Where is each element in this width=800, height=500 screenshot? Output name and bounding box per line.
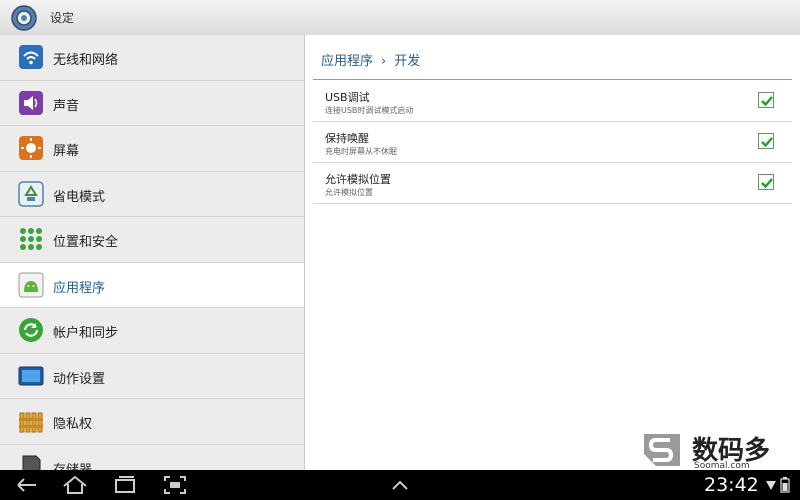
option-title: USB调试 bbox=[325, 91, 370, 104]
breadcrumb-current: 开发 bbox=[394, 54, 421, 69]
sidebar-item-motion-settings[interactable]: 动作设置 bbox=[0, 354, 304, 399]
recent-apps-icon[interactable] bbox=[110, 473, 140, 497]
monitor-icon bbox=[18, 366, 44, 385]
home-icon[interactable] bbox=[60, 473, 90, 497]
sidebar-item-sound[interactable]: 声音 bbox=[0, 81, 304, 126]
sidebar-item-power-saving[interactable]: 省电模式 bbox=[0, 172, 304, 217]
screenshot-icon[interactable] bbox=[160, 473, 190, 497]
sidebar-item-label: 帐户和同步 bbox=[53, 326, 119, 341]
option-subtitle: 连接USB时调试模式启动 bbox=[325, 106, 414, 115]
mock-locations-checkbox[interactable] bbox=[758, 174, 774, 190]
sidebar-item-label: 屏幕 bbox=[53, 144, 80, 159]
settings-sidebar: 无线和网络 声音 屏幕 省电模式 位置和安全 应用程序 帐户和同步 动作设置 隐… bbox=[0, 35, 305, 470]
system-bar: 23:42 bbox=[0, 470, 800, 500]
sidebar-item-privacy[interactable]: 隐私权 bbox=[0, 399, 304, 445]
recycle-icon bbox=[18, 180, 44, 207]
clock: 23:42 bbox=[704, 474, 759, 496]
breadcrumb: 应用程序 › 开发 bbox=[321, 50, 420, 69]
divider bbox=[313, 79, 792, 80]
stay-awake-checkbox[interactable] bbox=[758, 133, 774, 149]
sidebar-item-display[interactable]: 屏幕 bbox=[0, 126, 304, 172]
sync-icon bbox=[19, 318, 43, 342]
signal-icon bbox=[766, 481, 776, 490]
breadcrumb-parent[interactable]: 应用程序 bbox=[321, 54, 373, 69]
option-subtitle: 允许模拟位置 bbox=[325, 188, 373, 197]
checkmark-icon bbox=[761, 137, 773, 148]
up-chevron-icon[interactable] bbox=[385, 473, 415, 497]
sidebar-item-label: 动作设置 bbox=[53, 371, 106, 387]
battery-icon bbox=[780, 477, 790, 493]
option-usb-debugging[interactable]: USB调试 连接USB时调试模式启动 bbox=[313, 81, 792, 122]
sidebar-item-storage[interactable]: 存储器 bbox=[0, 445, 304, 471]
sidebar-item-label: 应用程序 bbox=[53, 280, 106, 296]
sidebar-item-applications[interactable]: 应用程序 bbox=[0, 262, 304, 308]
checkmark-icon bbox=[761, 178, 773, 189]
app-title: 设定 bbox=[50, 11, 75, 25]
usb-debugging-checkbox[interactable] bbox=[758, 92, 774, 108]
sidebar-item-accounts-sync[interactable]: 帐户和同步 bbox=[0, 308, 304, 354]
detail-pane: 应用程序 › 开发 USB调试 连接USB时调试模式启动 保持唤醒 充电时屏幕从不休… bbox=[305, 35, 800, 470]
fence-icon bbox=[19, 412, 43, 433]
speaker-icon bbox=[19, 90, 43, 115]
sidebar-item-label: 无线和网络 bbox=[53, 53, 119, 68]
gear-icon[interactable] bbox=[10, 4, 38, 32]
breadcrumb-separator: › bbox=[381, 54, 387, 69]
sidebar-item-wireless[interactable]: 无线和网络 bbox=[0, 35, 304, 81]
option-mock-locations[interactable]: 允许模拟位置 允许模拟位置 bbox=[313, 163, 792, 204]
dots-grid-icon bbox=[20, 228, 42, 250]
sdcard-icon bbox=[22, 455, 41, 470]
sidebar-item-label: 隐私权 bbox=[53, 417, 93, 432]
option-stay-awake[interactable]: 保持唤醒 充电时屏幕从不休眠 bbox=[313, 122, 792, 163]
brightness-icon bbox=[19, 136, 43, 160]
android-icon bbox=[18, 272, 44, 297]
active-item-pointer bbox=[295, 277, 304, 295]
soomal-logo-icon bbox=[644, 434, 680, 466]
sidebar-item-label: 省电模式 bbox=[53, 189, 106, 205]
wifi-icon bbox=[19, 45, 43, 69]
back-icon[interactable] bbox=[12, 473, 42, 497]
action-bar: 设定 bbox=[0, 0, 800, 36]
checkmark-icon bbox=[761, 96, 773, 107]
option-title: 保持唤醒 bbox=[325, 132, 369, 145]
sidebar-item-label: 位置和安全 bbox=[53, 235, 119, 250]
watermark: 数码多 Soomal.com bbox=[640, 430, 790, 471]
sidebar-item-location-security[interactable]: 位置和安全 bbox=[0, 217, 304, 263]
option-subtitle: 充电时屏幕从不休眠 bbox=[325, 147, 397, 156]
sidebar-item-label: 存储器 bbox=[53, 462, 93, 471]
sidebar-item-label: 声音 bbox=[53, 98, 80, 114]
option-title: 允许模拟位置 bbox=[325, 173, 391, 186]
